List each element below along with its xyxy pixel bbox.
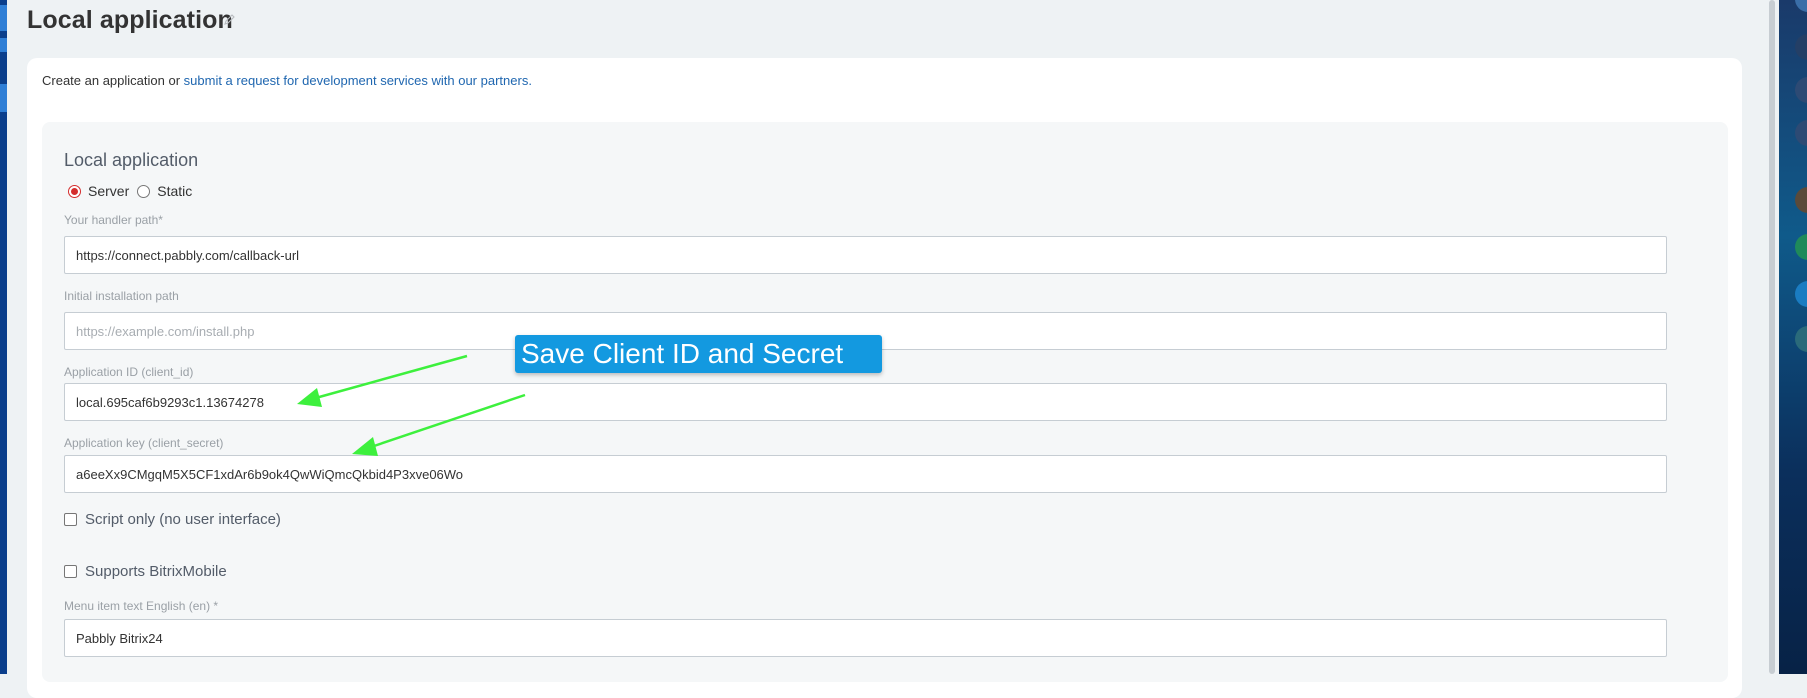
panel-feed-icon[interactable] [1795,326,1807,352]
static-radio[interactable] [137,184,151,198]
section-title: Local application [64,150,199,170]
intro-text: Create an application or submit a reques… [42,73,532,88]
install-path-label: Initial installation path [64,289,179,303]
script-only-checkbox[interactable] [64,512,77,526]
intro-prefix: Create an application or [42,73,184,88]
left-strip-segment [0,38,7,52]
server-radio-label[interactable]: Server [88,183,129,199]
right-side-panel [1779,0,1807,674]
bitrix-mobile-checkbox[interactable] [64,564,77,578]
left-strip-segment [0,5,7,31]
pencil-icon[interactable] [223,13,236,26]
client-id-label: Application ID (client_id) [64,365,194,379]
bitrix-mobile-label[interactable]: Supports BitrixMobile [85,563,227,580]
menu-text-en-input[interactable] [64,619,1667,657]
script-only-option: Script only (no user interface) [64,510,281,528]
panel-clock-icon[interactable] [1795,120,1807,146]
page-title: Local application [27,6,233,34]
annotation-callout: Save Client ID and Secret [515,335,882,373]
static-radio-label[interactable]: Static [157,183,192,199]
client-id-input[interactable] [64,383,1667,421]
handler-path-label: Your handler path* [64,213,163,227]
bitrix-mobile-option: Supports BitrixMobile [64,562,227,580]
script-only-label[interactable]: Script only (no user interface) [85,511,281,528]
left-edge-strip [0,0,7,674]
left-strip-segment [0,84,7,112]
handler-path-input[interactable] [64,236,1667,274]
server-radio[interactable] [68,184,81,198]
menu-text-en-label: Menu item text English (en) * [64,599,219,613]
panel-call-icon[interactable] [1795,281,1807,307]
panel-avatar-icon[interactable] [1795,0,1807,12]
client-secret-label: Application key (client_secret) [64,436,224,450]
client-secret-input[interactable] [64,455,1667,493]
panel-apps-icon[interactable] [1795,34,1807,60]
panel-chat-icon[interactable] [1795,234,1807,260]
scrollbar-thumb[interactable] [1769,0,1775,674]
partners-request-link[interactable]: submit a request for development service… [184,73,532,88]
app-type-radio-group: Server Static [68,182,200,200]
panel-user-avatar-icon[interactable] [1795,187,1807,213]
panel-settings-icon[interactable] [1795,77,1807,103]
